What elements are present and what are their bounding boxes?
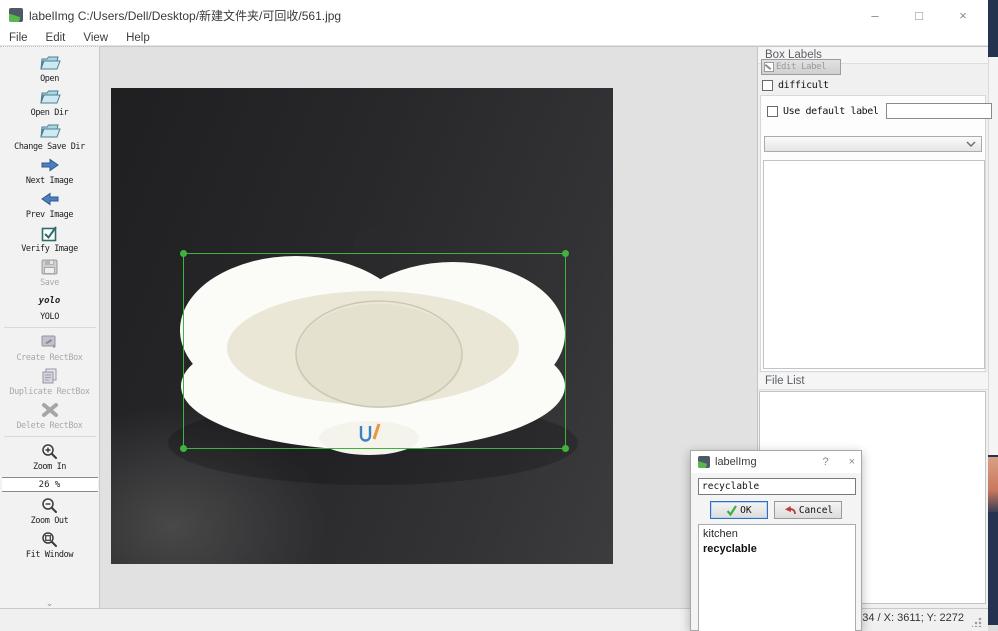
save-button: Save xyxy=(0,257,99,288)
edit-label-button: Edit Label xyxy=(761,59,841,75)
menu-edit[interactable]: Edit xyxy=(37,30,75,46)
difficult-checkbox[interactable] xyxy=(762,80,773,91)
label-name-input[interactable] xyxy=(698,478,856,495)
next-image-button[interactable]: Next Image xyxy=(0,155,99,186)
close-button[interactable]: × xyxy=(952,4,974,26)
dialog-title-bar[interactable]: labelImg ? × xyxy=(691,451,861,473)
toolbar-separator xyxy=(4,436,96,437)
difficult-label: difficult xyxy=(778,80,829,91)
prev-image-button[interactable]: Prev Image xyxy=(0,189,99,220)
create-rectbox-button: Create RectBox xyxy=(0,332,99,363)
dialog-app-icon xyxy=(698,456,710,468)
app-icon xyxy=(9,8,23,22)
open-button[interactable]: Open xyxy=(0,53,99,84)
verify-check-icon xyxy=(41,223,59,243)
open-folder-icon xyxy=(39,53,61,73)
chevron-down-icon xyxy=(966,141,976,147)
bbox-handle-top-left[interactable] xyxy=(180,250,187,257)
default-label-panel: Use default label xyxy=(760,95,986,372)
edit-pencil-icon xyxy=(764,62,774,72)
cancel-undo-icon xyxy=(783,505,796,516)
zoom-in-button[interactable]: Zoom In xyxy=(0,441,99,472)
duplicate-rectbox-icon xyxy=(41,366,58,386)
yolo-format-icon: yolo xyxy=(39,291,61,311)
yolo-format-button[interactable]: yolo YOLO xyxy=(0,291,99,322)
create-rectbox-icon xyxy=(41,332,58,352)
arrow-right-icon xyxy=(40,155,60,175)
fit-window-icon xyxy=(41,529,58,549)
open-dir-button[interactable]: Open Dir xyxy=(0,87,99,118)
use-default-label-row: Use default label xyxy=(767,103,981,119)
duplicate-rectbox-button: Duplicate RectBox xyxy=(0,366,99,397)
zoom-out-button[interactable]: Zoom Out xyxy=(0,495,99,526)
dialog-button-row: OK Cancel xyxy=(691,501,861,519)
label-options-list[interactable]: kitchen recyclable xyxy=(698,524,856,631)
menu-help[interactable]: Help xyxy=(117,30,159,46)
dialog-help-button[interactable]: ? xyxy=(822,456,828,468)
delete-rectbox-button: Delete RectBox xyxy=(0,400,99,431)
resize-grip[interactable] xyxy=(972,617,982,627)
bbox-handle-top-right[interactable] xyxy=(562,250,569,257)
change-save-dir-button[interactable]: Change Save Dir xyxy=(0,121,99,152)
background-window-top xyxy=(988,0,998,57)
fit-window-button[interactable]: Fit Window xyxy=(0,529,99,560)
maximize-button[interactable]: □ xyxy=(908,4,930,26)
arrow-left-icon xyxy=(40,189,60,209)
change-save-dir-folder-icon xyxy=(39,121,61,141)
menu-view[interactable]: View xyxy=(74,30,117,46)
dialog-title: labelImg xyxy=(715,456,757,468)
toolbar: Open Open Dir Change Save Dir xyxy=(0,46,100,608)
label-option-kitchen[interactable]: kitchen xyxy=(703,527,851,542)
zoom-out-icon xyxy=(41,495,58,515)
default-label-input[interactable] xyxy=(886,103,992,119)
bounding-box[interactable] xyxy=(183,253,566,449)
open-dir-folder-icon xyxy=(39,87,61,107)
bbox-handle-bottom-left[interactable] xyxy=(180,445,187,452)
minimize-button[interactable]: – xyxy=(864,4,886,26)
difficult-row: difficult xyxy=(762,80,829,91)
bbox-handle-bottom-right[interactable] xyxy=(562,445,569,452)
box-labels-list[interactable] xyxy=(763,160,985,369)
label-option-recyclable[interactable]: recyclable xyxy=(703,542,851,557)
screen: labelImg C:/Users/Dell/Desktop/新建文件夹/可回收… xyxy=(0,0,998,631)
image-canvas[interactable] xyxy=(100,46,757,608)
save-floppy-icon xyxy=(41,257,58,277)
toolbar-separator xyxy=(4,327,96,328)
window-controls: – □ × xyxy=(864,0,974,30)
use-default-label-checkbox[interactable] xyxy=(767,106,778,117)
zoom-percent-input[interactable]: 26 % xyxy=(2,477,98,492)
label-combobox[interactable] xyxy=(764,136,982,152)
background-window-photo-sliver xyxy=(988,457,998,512)
verify-image-button[interactable]: Verify Image xyxy=(0,223,99,254)
toolbar-scroll-down[interactable]: ⌄ xyxy=(0,600,99,606)
use-default-label-text: Use default label xyxy=(783,106,879,117)
photo-561[interactable] xyxy=(111,88,613,564)
file-list-header: File List xyxy=(758,373,988,390)
delete-x-icon xyxy=(41,400,59,420)
title-bar[interactable]: labelImg C:/Users/Dell/Desktop/新建文件夹/可回收… xyxy=(0,0,988,30)
menu-bar: File Edit View Help xyxy=(0,30,988,46)
label-dialog[interactable]: labelImg ? × OK Cancel kitchen recyclabl… xyxy=(690,450,862,631)
dialog-close-button[interactable]: × xyxy=(849,456,855,468)
check-icon xyxy=(726,505,737,516)
window-title: labelImg C:/Users/Dell/Desktop/新建文件夹/可回收… xyxy=(29,7,341,24)
ok-button[interactable]: OK xyxy=(710,501,768,519)
dialog-titlebar-buttons: ? × xyxy=(822,451,855,473)
background-window-edge xyxy=(988,625,998,631)
background-window-strip xyxy=(988,0,998,631)
zoom-in-icon xyxy=(41,441,58,461)
cancel-button[interactable]: Cancel xyxy=(774,501,842,519)
menu-file[interactable]: File xyxy=(0,30,37,46)
